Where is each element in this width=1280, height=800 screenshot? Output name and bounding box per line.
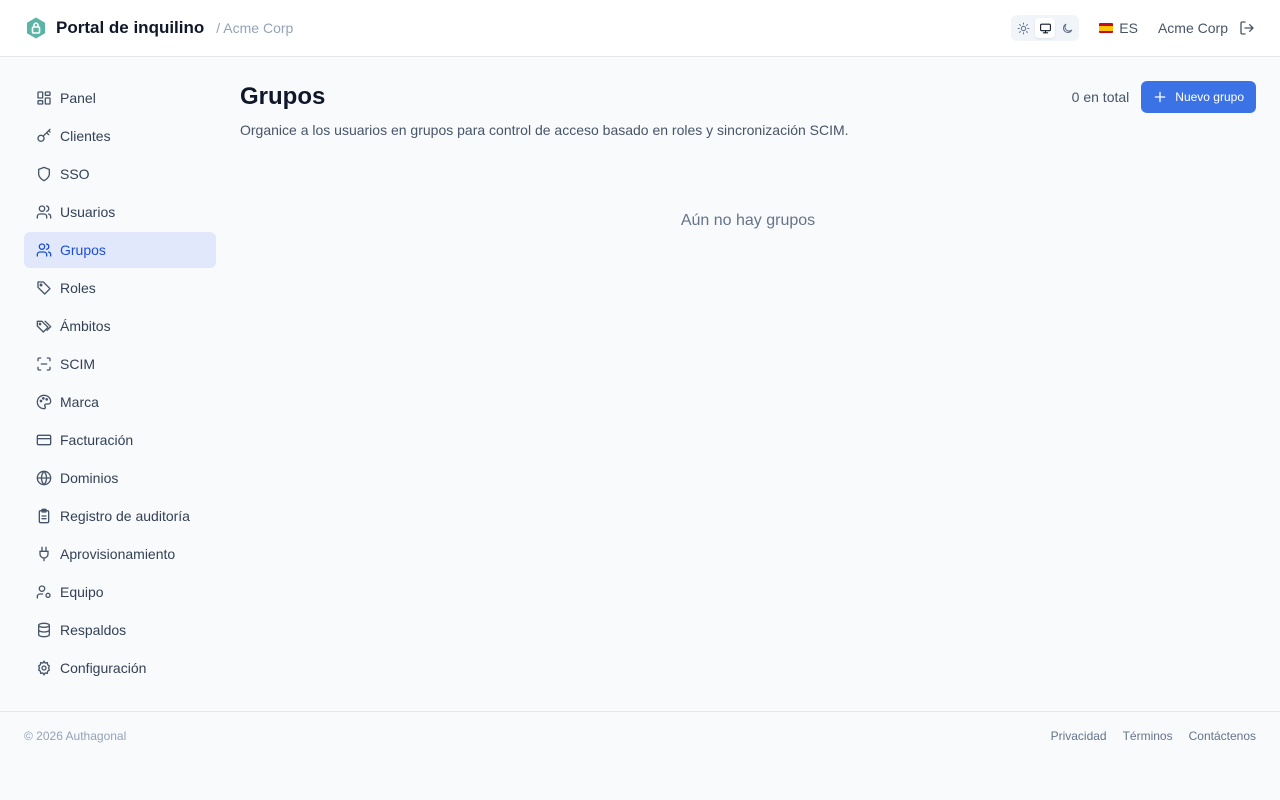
privacy-link[interactable]: Privacidad	[1051, 729, 1107, 743]
sidebar-item-label: Equipo	[60, 584, 104, 600]
moon-icon[interactable]	[1057, 18, 1077, 38]
copyright: © 2026 Authagonal	[24, 728, 127, 743]
org-name: Acme Corp	[1157, 20, 1228, 36]
sidebar-item-roles[interactable]: Roles	[24, 270, 216, 306]
sidebar-item-label: Clientes	[60, 128, 111, 144]
sidebar-item-aprovisionamiento[interactable]: Aprovisionamiento	[24, 536, 216, 572]
sidebar-item-label: Dominios	[60, 470, 119, 486]
sidebar-item-label: Usuarios	[60, 204, 116, 220]
sidebar-item-label: Panel	[60, 90, 96, 106]
sidebar-item-label: Configuración	[60, 660, 147, 676]
sidebar-item-label: Grupos	[60, 242, 106, 258]
sidebar-item-label: SSO	[60, 166, 90, 182]
sidebar-item-label: Aprovisionamiento	[60, 546, 176, 562]
sidebar-item-facturacion[interactable]: Facturación	[24, 422, 216, 458]
terms-link[interactable]: Términos	[1123, 729, 1173, 743]
sun-icon[interactable]	[1013, 18, 1033, 38]
scan-icon	[36, 356, 52, 372]
breadcrumb: / Acme Corp	[216, 20, 294, 36]
shield-icon	[36, 166, 52, 182]
tags-icon	[36, 318, 52, 334]
footer: © 2026 Authagonal Privacidad Términos Co…	[0, 711, 1280, 759]
page-title: Grupos	[240, 83, 326, 110]
dashboard-icon	[36, 90, 52, 106]
page-subtitle: Organice a los usuarios en grupos para c…	[240, 122, 849, 138]
sidebar-item-label: Marca	[60, 394, 99, 410]
app-title: Portal de inquilino	[56, 18, 205, 37]
new-group-label: Nuevo grupo	[1175, 90, 1244, 104]
monitor-icon[interactable]	[1035, 18, 1056, 38]
sidebar: Panel Clientes SSO Usuarios Grupos Roles	[24, 80, 216, 688]
brand[interactable]: Portal de inquilino / Acme Corp	[24, 16, 293, 40]
sidebar-item-label: Facturación	[60, 432, 134, 448]
theme-switcher	[1011, 15, 1080, 41]
sidebar-item-label: SCIM	[60, 356, 95, 372]
sidebar-item-clientes[interactable]: Clientes	[24, 118, 216, 154]
language-label: ES	[1119, 20, 1138, 36]
user-cog-icon	[36, 584, 52, 600]
logout-icon[interactable]	[1238, 19, 1256, 37]
tag-icon	[36, 280, 52, 296]
sidebar-item-grupos[interactable]: Grupos	[24, 232, 216, 268]
sidebar-item-label: Respaldos	[60, 622, 127, 638]
users-icon	[36, 242, 52, 258]
globe-icon	[36, 470, 52, 486]
hexagon-lock-logo-icon	[24, 16, 48, 40]
sidebar-item-label: Ámbitos	[60, 318, 111, 334]
sidebar-item-respaldos[interactable]: Respaldos	[24, 612, 216, 648]
plus-icon	[1153, 90, 1167, 104]
credit-card-icon	[36, 432, 52, 448]
sidebar-item-dominios[interactable]: Dominios	[24, 460, 216, 496]
sidebar-item-equipo[interactable]: Equipo	[24, 574, 216, 610]
sidebar-item-label: Roles	[60, 280, 96, 296]
sidebar-item-label: Registro de auditoría	[60, 508, 190, 524]
main-content: Grupos 0 en total Nuevo grupo Organice a…	[240, 80, 1256, 230]
language-selector[interactable]: ES	[1099, 20, 1138, 36]
total-count: 0 en total	[1071, 89, 1130, 105]
palette-icon	[36, 394, 52, 410]
users-icon	[36, 204, 52, 220]
new-group-button[interactable]: Nuevo grupo	[1141, 81, 1256, 113]
sidebar-item-configuracion[interactable]: Configuración	[24, 650, 216, 686]
plug-icon	[36, 546, 52, 562]
sidebar-item-scim[interactable]: SCIM	[24, 346, 216, 382]
sidebar-item-marca[interactable]: Marca	[24, 384, 216, 420]
empty-state: Aún no hay grupos	[680, 212, 816, 229]
spain-flag-icon	[1099, 23, 1114, 33]
gear-icon	[36, 660, 52, 676]
sidebar-item-panel[interactable]: Panel	[24, 80, 216, 116]
sidebar-item-usuarios[interactable]: Usuarios	[24, 194, 216, 230]
sidebar-item-auditoria[interactable]: Registro de auditoría	[24, 498, 216, 534]
database-icon	[36, 622, 52, 638]
contact-link[interactable]: Contáctenos	[1189, 729, 1256, 743]
sidebar-item-sso[interactable]: SSO	[24, 156, 216, 192]
top-bar: Portal de inquilino / Acme Corp ES Acme …	[0, 0, 1280, 57]
key-icon	[36, 128, 52, 144]
clipboard-icon	[36, 508, 52, 524]
sidebar-item-ambitos[interactable]: Ámbitos	[24, 308, 216, 344]
